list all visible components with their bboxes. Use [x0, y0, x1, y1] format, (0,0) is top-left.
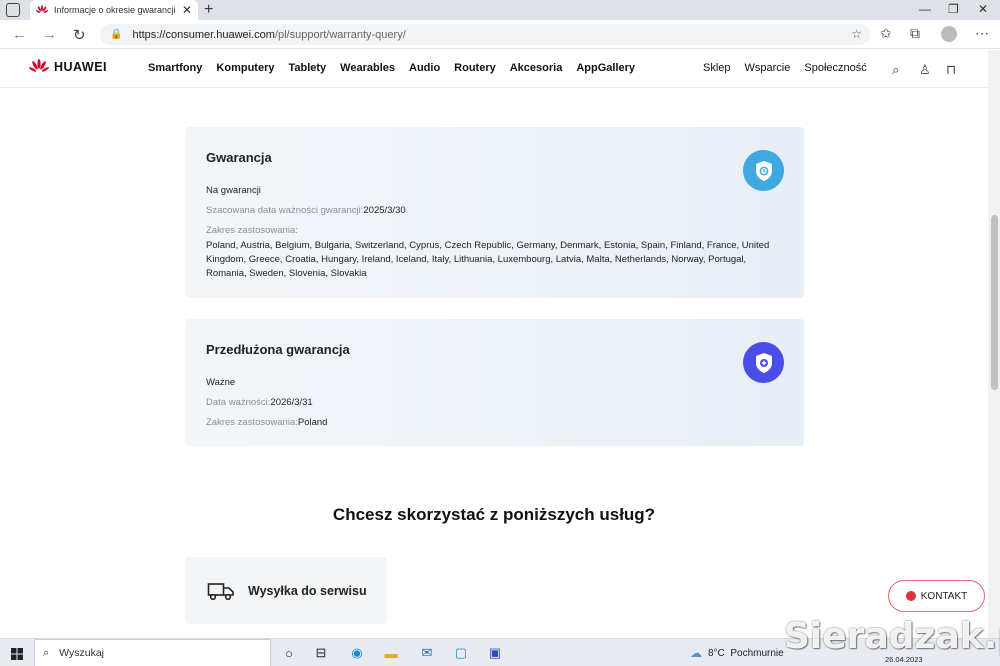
browser-tab-bar: Informacje o okresie gwarancji | ✕ + — ❐…: [0, 0, 1000, 20]
nav-item-sklep[interactable]: Sklep: [703, 62, 731, 74]
more-menu-icon[interactable]: ⋯: [975, 25, 989, 42]
url-path: /pl/support/warranty-query/: [274, 28, 406, 41]
nav-item-wearables[interactable]: Wearables: [340, 62, 395, 74]
extended-scope-value: Poland: [297, 417, 328, 428]
file-explorer-icon[interactable]: ▬: [382, 644, 400, 662]
huawei-favicon-icon: [36, 5, 48, 15]
service-label: Wysyłka do serwisu: [248, 583, 367, 598]
user-icon[interactable]: ♙: [919, 62, 931, 78]
search-icon: ⌕: [43, 646, 50, 659]
new-tab-button[interactable]: +: [204, 1, 213, 19]
nav-item-spolecznosc[interactable]: Społeczność: [804, 62, 866, 74]
nav-item-wsparcie[interactable]: Wsparcie: [745, 62, 791, 74]
lock-icon: 🔒: [110, 29, 123, 40]
contact-button[interactable]: KONTAKT: [888, 580, 985, 612]
nav-item-komputery[interactable]: Komputery: [216, 62, 274, 74]
store-icon[interactable]: ▢: [452, 644, 470, 662]
favorites-icon[interactable]: ✩: [880, 25, 892, 42]
profile-avatar[interactable]: [941, 26, 957, 42]
weather-desc: Pochmurnie: [730, 647, 784, 659]
nav-item-audio[interactable]: Audio: [409, 62, 440, 74]
right-nav: Sklep Wsparcie Społeczność: [703, 62, 881, 74]
extended-scope-label: Zakres zastosowania:: [206, 417, 298, 428]
forward-icon[interactable]: →: [42, 26, 57, 43]
contact-label: KONTAKT: [920, 590, 968, 602]
page-scrollbar[interactable]: [988, 50, 1000, 638]
brand-name: HUAWEI: [54, 60, 107, 74]
close-window-icon[interactable]: ✕: [978, 2, 988, 16]
extended-shield-plus-icon: [743, 342, 784, 383]
address-bar: ← → ↻ 🔒 https://consumer.huawei.com/pl/s…: [0, 20, 1000, 49]
extended-warranty-card: Przedłużona gwarancja Ważne Data ważnośc…: [185, 319, 804, 446]
warranty-title: Gwarancja: [206, 150, 272, 165]
cloud-icon: ☁: [690, 646, 702, 660]
search-icon[interactable]: ⌕: [892, 62, 899, 78]
taskbar-search-placeholder: Wyszukaj: [59, 647, 105, 659]
headset-icon: [905, 591, 916, 601]
extended-expiry: Data ważności:2026/3/31: [206, 397, 313, 408]
tab-close-icon[interactable]: ✕: [182, 3, 192, 17]
nav-item-routery[interactable]: Routery: [454, 62, 496, 74]
watermark: Sieradzak.pl: [784, 616, 1000, 657]
windows-start-icon[interactable]: [11, 647, 23, 665]
edge-icon[interactable]: ◉: [348, 644, 366, 662]
tab-title: Informacje o okresie gwarancji |: [54, 5, 176, 15]
service-card-shipping[interactable]: Wysyłka do serwisu: [185, 557, 387, 624]
extended-expiry-label: Data ważności:: [206, 397, 271, 408]
maximize-icon[interactable]: ❐: [948, 2, 959, 16]
warranty-expiry: Szacowana data ważności gwarancji:2025/3…: [206, 205, 406, 216]
url-input[interactable]: 🔒 https://consumer.huawei.com/pl/support…: [100, 24, 870, 45]
site-header: HUAWEI Smartfony Komputery Tablety Weara…: [0, 50, 988, 88]
warranty-status: Na gwarancji: [206, 185, 261, 196]
back-icon[interactable]: ←: [12, 26, 27, 43]
cart-icon[interactable]: ⊓: [946, 62, 956, 78]
extended-expiry-value: 2026/3/31: [270, 397, 313, 408]
extended-status: Ważne: [206, 377, 236, 388]
task-view-icon[interactable]: ⊟: [312, 644, 330, 662]
nav-item-appgallery[interactable]: AppGallery: [576, 62, 635, 74]
weather-temp: 8°C: [708, 647, 725, 659]
app-icon[interactable]: ▣: [486, 644, 504, 662]
huawei-logo[interactable]: HUAWEI: [28, 59, 107, 75]
scrollbar-thumb[interactable]: [991, 215, 998, 390]
minimize-icon[interactable]: —: [919, 2, 931, 16]
warranty-expiry-value: 2025/3/30: [363, 205, 406, 216]
warranty-expiry-label: Szacowana data ważności gwarancji:: [206, 205, 364, 216]
warranty-scope-label: Zakres zastosowania:: [206, 225, 298, 236]
nav-item-tablety[interactable]: Tablety: [288, 62, 326, 74]
huawei-flower-icon: [29, 59, 49, 72]
tab-actions-icon[interactable]: [6, 3, 20, 17]
main-nav: Smartfony Komputery Tablety Wearables Au…: [148, 62, 649, 74]
url-host: https://consumer.huawei.com: [132, 28, 275, 41]
weather-widget[interactable]: ☁ 8°C Pochmurnie: [690, 646, 784, 660]
warranty-countries: Poland, Austria, Belgium, Bulgaria, Swit…: [206, 240, 770, 279]
truck-icon: [207, 582, 234, 600]
browser-tab[interactable]: Informacje o okresie gwarancji | ✕: [30, 0, 198, 20]
extended-scope: Zakres zastosowania:Poland: [206, 417, 327, 428]
collections-icon[interactable]: ⧉: [910, 25, 920, 42]
taskbar-search[interactable]: ⌕ Wyszukaj: [34, 639, 271, 666]
nav-item-smartfony[interactable]: Smartfony: [148, 62, 202, 74]
cortana-icon[interactable]: ○: [280, 644, 298, 662]
nav-item-akcesoria[interactable]: Akcesoria: [510, 62, 563, 74]
services-heading: Chcesz skorzystać z poniższych usług?: [332, 505, 656, 524]
mail-icon[interactable]: ✉: [418, 644, 436, 662]
warranty-shield-icon: [743, 150, 784, 191]
refresh-icon[interactable]: ↻: [73, 26, 86, 44]
favorite-star-icon[interactable]: ☆: [851, 27, 862, 41]
extended-title: Przedłużona gwarancja: [206, 342, 350, 357]
warranty-card: Gwarancja Na gwarancji Szacowana data wa…: [185, 127, 804, 298]
